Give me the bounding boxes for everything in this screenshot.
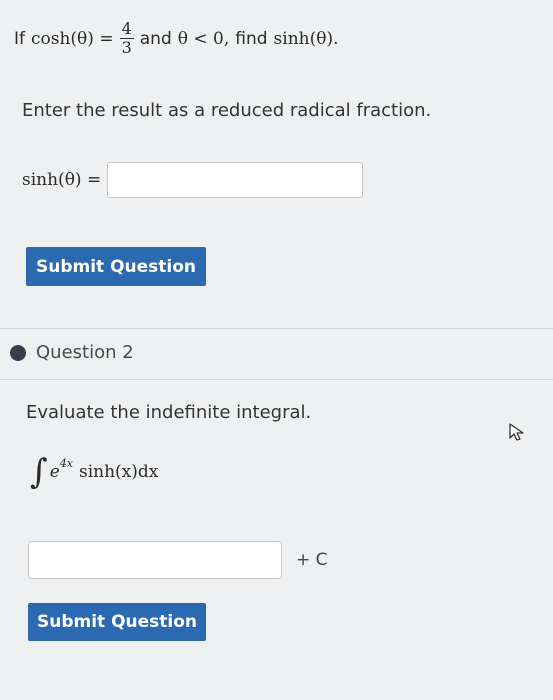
cosh-expression: cosh(θ) = bbox=[31, 28, 114, 49]
divider bbox=[0, 379, 553, 380]
instruction-text: Enter the result as a reduced radical fr… bbox=[22, 100, 432, 121]
fraction-four-thirds: 4 3 bbox=[119, 19, 134, 57]
find-text: find bbox=[235, 28, 268, 49]
answer-row: sinh(θ) = bbox=[22, 162, 364, 198]
question1-prompt: If cosh(θ) = 4 3 and θ < 0, find sinh(θ)… bbox=[14, 20, 339, 57]
question-bullet-icon bbox=[10, 344, 26, 361]
divider bbox=[0, 328, 553, 329]
submit-question-button[interactable]: Submit Question bbox=[26, 247, 206, 286]
answer-input[interactable] bbox=[107, 162, 364, 198]
integrand-exponent: 4x bbox=[59, 456, 73, 470]
submit-question-button-2[interactable]: Submit Question bbox=[28, 603, 206, 641]
integral-answer-input[interactable] bbox=[28, 541, 282, 579]
integrand-rest: sinh(x)dx bbox=[78, 462, 159, 482]
integrand-base: e bbox=[49, 462, 60, 482]
answer-label: sinh(θ) = bbox=[22, 170, 102, 190]
and-text: and bbox=[139, 28, 172, 49]
target-expression: sinh(θ). bbox=[273, 28, 339, 49]
question2-header: Question 2 bbox=[10, 342, 134, 363]
fraction-denominator: 3 bbox=[121, 38, 132, 57]
fraction-numerator: 4 bbox=[119, 19, 134, 39]
question2-title: Question 2 bbox=[36, 342, 134, 363]
prompt-prefix: If bbox=[14, 28, 25, 49]
integral-sign: ∫ bbox=[30, 452, 48, 492]
question2-prompt: Evaluate the indefinite integral. bbox=[26, 402, 312, 423]
integral-expression: ∫ e 4x sinh(x)dx bbox=[30, 455, 158, 489]
plus-c-label: + C bbox=[296, 550, 328, 570]
theta-condition: θ < 0, bbox=[177, 28, 230, 49]
mouse-pointer-icon bbox=[509, 423, 524, 441]
